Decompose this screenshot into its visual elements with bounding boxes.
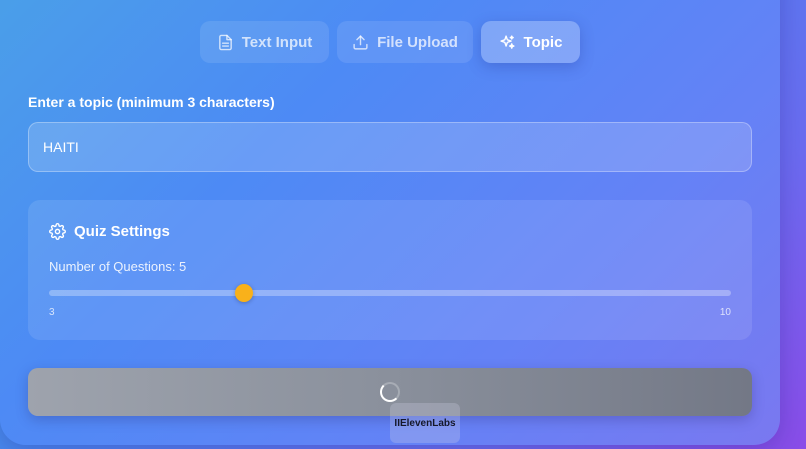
topic-label: Enter a topic (minimum 3 characters) xyxy=(28,94,275,110)
tab-text-input[interactable]: Text Input xyxy=(200,21,329,63)
spinner-icon xyxy=(380,382,400,402)
quiz-settings-card: Quiz Settings Number of Questions: 5 3 1… xyxy=(28,200,752,340)
elevenlabs-badge[interactable]: IIElevenLabs xyxy=(390,403,460,443)
slider-max-label: 10 xyxy=(719,307,731,318)
topic-input[interactable] xyxy=(28,122,752,172)
upload-icon xyxy=(353,34,368,50)
tab-label: File Upload xyxy=(377,33,458,51)
tab-topic[interactable]: Topic xyxy=(481,21,580,63)
document-icon xyxy=(218,34,232,50)
question-count-slider[interactable] xyxy=(49,284,731,302)
slider-min-label: 3 xyxy=(49,307,55,318)
tab-label: Text Input xyxy=(241,33,313,51)
settings-title: Quiz Settings xyxy=(49,223,170,240)
gear-icon xyxy=(49,223,66,240)
tab-file-upload[interactable]: File Upload xyxy=(337,21,473,63)
sparkles-icon xyxy=(499,34,515,49)
question-count-label: Number of Questions: 5 xyxy=(49,259,187,274)
tab-label: Topic xyxy=(523,33,563,51)
settings-title-text: Quiz Settings xyxy=(74,223,170,240)
input-mode-tabs: Text Input File Upload Topic xyxy=(0,21,780,63)
slider-thumb[interactable] xyxy=(234,284,253,302)
